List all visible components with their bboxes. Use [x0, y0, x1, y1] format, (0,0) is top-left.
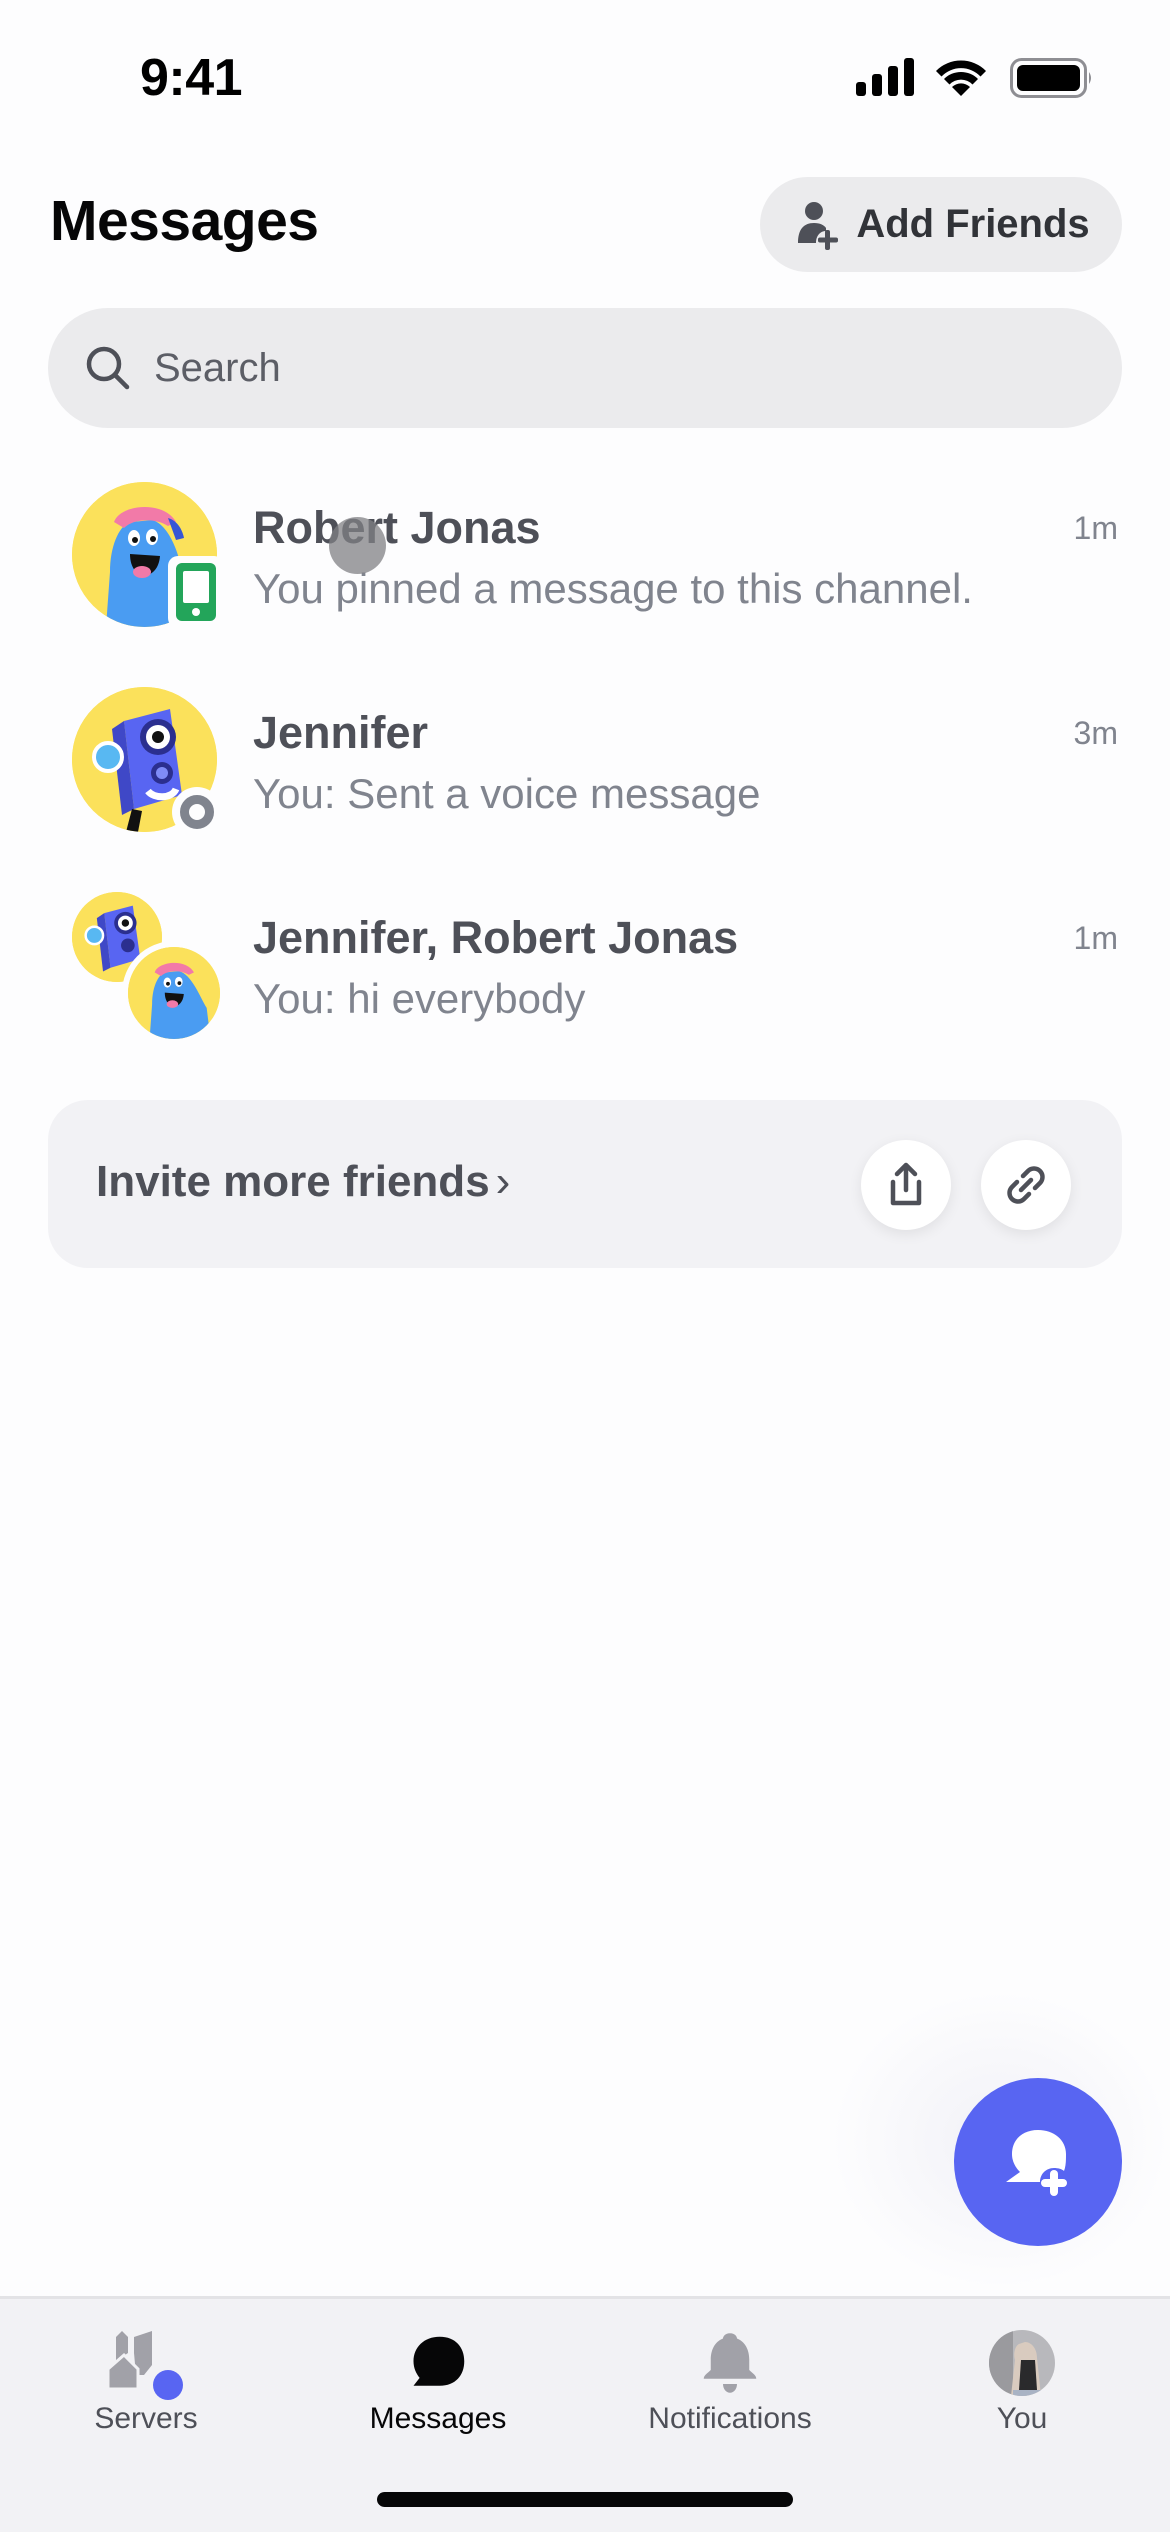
dm-name: Jennifer: [253, 707, 429, 758]
dm-name: Robert Jonas: [253, 502, 541, 553]
search-bar[interactable]: [48, 308, 1122, 428]
link-icon: [1007, 1166, 1045, 1204]
chevron-right-icon: ›: [495, 1157, 511, 1206]
tab-label: Messages: [369, 2402, 507, 2435]
invite-more-friends-link[interactable]: Invite more friends ›: [96, 1152, 510, 1212]
search-icon: [86, 346, 130, 390]
tab-messages[interactable]: Messages: [292, 2299, 584, 2479]
tab-label: Servers: [94, 2402, 198, 2435]
dm-list-item[interactable]: Robert Jonas You pinned a message to thi…: [0, 460, 1170, 660]
tab-label: You: [996, 2402, 1048, 2435]
dm-name: Jennifer, Robert Jonas: [253, 912, 739, 963]
add-friends-label: Add Friends: [856, 202, 1090, 246]
dm-timestamp: 1m: [1073, 510, 1118, 546]
group-avatar-front: [122, 941, 226, 1045]
battery-icon: [1010, 58, 1091, 98]
dm-timestamp: 3m: [1073, 715, 1118, 751]
share-invite-button[interactable]: [861, 1140, 951, 1230]
page-title: Messages: [50, 189, 319, 253]
wifi-icon: [936, 60, 986, 96]
messages-icon: [398, 2323, 478, 2403]
servers-icon: [106, 2323, 186, 2403]
copy-link-button[interactable]: [981, 1140, 1071, 1230]
dm-timestamp: 1m: [1073, 920, 1118, 956]
mobile-status-icon: [168, 556, 224, 628]
status-bar-time: 9:41: [140, 49, 243, 107]
tab-notifications[interactable]: Notifications: [584, 2299, 876, 2479]
new-message-button[interactable]: [954, 2078, 1122, 2246]
share-icon: [890, 1162, 922, 1206]
dm-preview: You: Sent a voice message: [253, 770, 761, 817]
tab-label: Notifications: [648, 2402, 812, 2435]
invite-friends-card: Invite more friends ›: [48, 1100, 1122, 1268]
profile-avatar: [982, 2323, 1062, 2403]
cellular-signal-icon: [856, 58, 914, 96]
dm-list-item[interactable]: Jennifer You: Sent a voice message 3m: [0, 665, 1170, 865]
add-friends-button[interactable]: Add Friends: [760, 177, 1122, 272]
search-input[interactable]: [154, 345, 1054, 391]
bell-icon: [690, 2323, 770, 2403]
tab-you[interactable]: You: [876, 2299, 1168, 2479]
touch-indicator: [329, 517, 386, 574]
blue-creature-avatar-icon: [128, 947, 220, 1039]
offline-status-icon: [172, 787, 222, 837]
invite-label: Invite more friends: [96, 1157, 490, 1206]
home-indicator: [377, 2492, 793, 2507]
tab-servers[interactable]: Servers: [0, 2299, 292, 2479]
dm-preview: You: hi everybody: [253, 975, 586, 1022]
person-add-icon: [798, 201, 839, 250]
new-message-icon: [1006, 2130, 1067, 2196]
